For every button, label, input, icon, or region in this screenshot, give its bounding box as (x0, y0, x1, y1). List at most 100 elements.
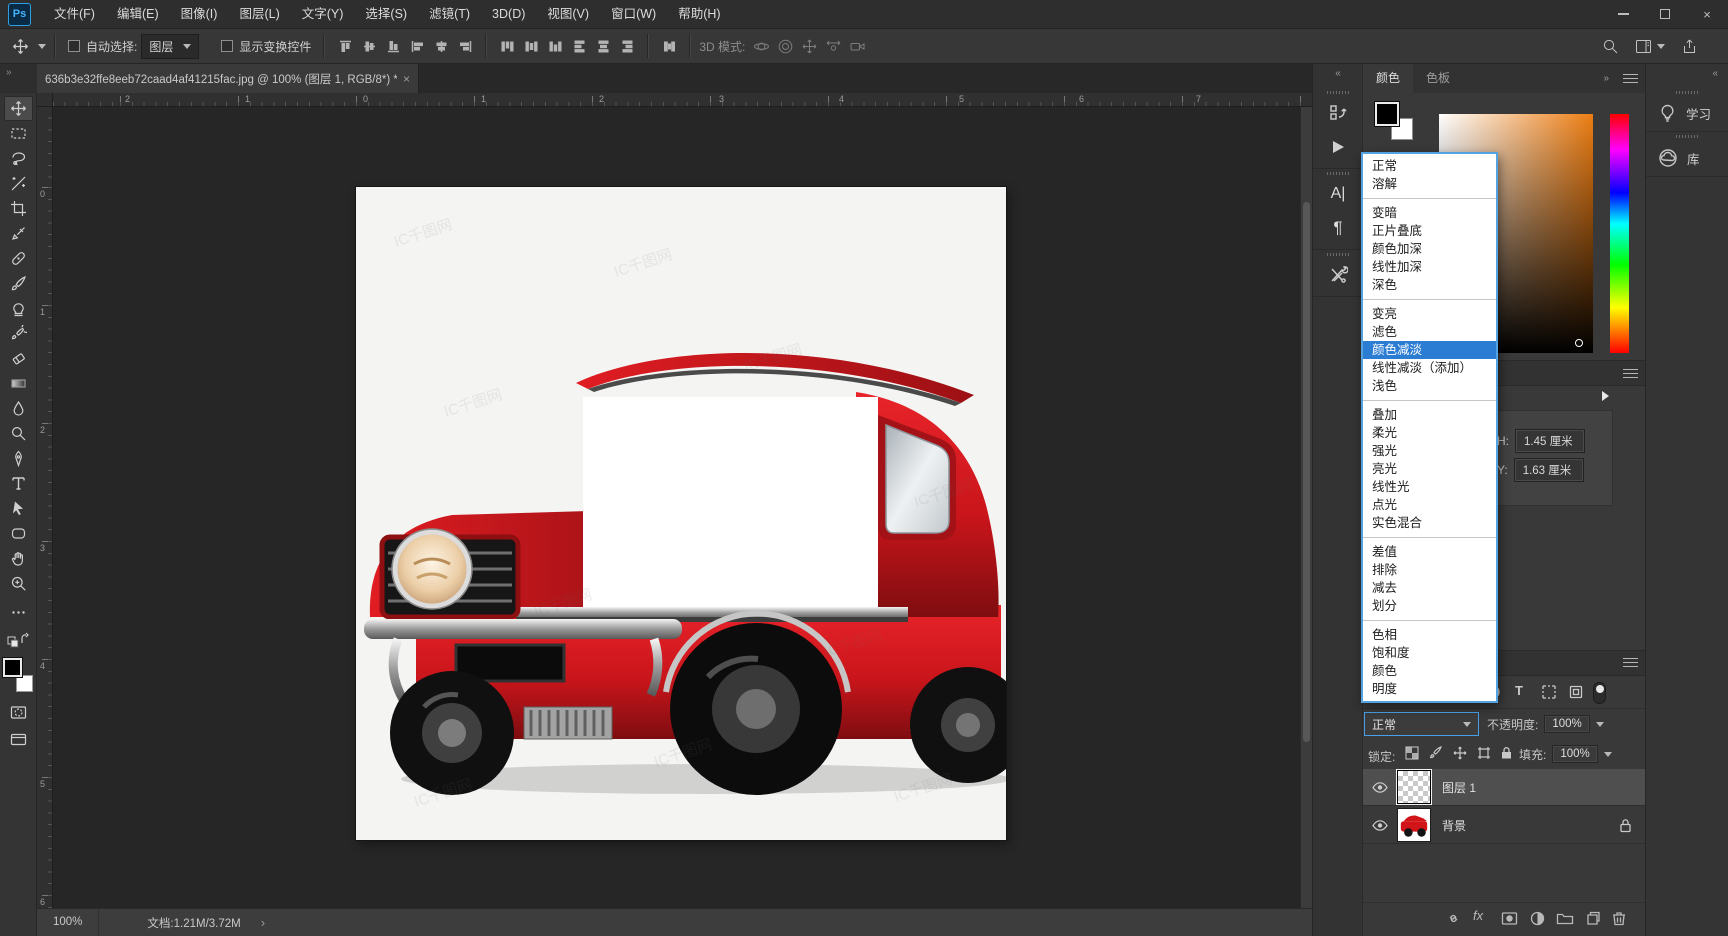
blend-mode-option[interactable]: 差值 (1363, 543, 1496, 561)
opacity-caret-icon[interactable] (1596, 722, 1604, 727)
blend-mode-option-selected[interactable]: 颜色减淡 (1363, 341, 1496, 359)
tool-pen[interactable] (4, 446, 33, 471)
default-swap-colors-icon[interactable] (4, 627, 33, 652)
tool-dodge[interactable] (4, 421, 33, 446)
distribute-right-icon[interactable] (615, 34, 639, 58)
tool-rectangular-marquee[interactable] (4, 121, 33, 146)
tool-type[interactable] (4, 471, 33, 496)
menu-window[interactable]: 窗口(W) (600, 0, 667, 29)
blend-mode-option[interactable]: 滤色 (1363, 323, 1496, 341)
quick-mask-icon[interactable] (4, 700, 33, 725)
blend-mode-option[interactable]: 浅色 (1363, 377, 1496, 395)
3d-slide-icon[interactable] (821, 34, 845, 58)
align-right-icon[interactable] (453, 34, 477, 58)
blend-mode-option[interactable]: 线性光 (1363, 478, 1496, 496)
blend-mode-option[interactable]: 点光 (1363, 496, 1496, 514)
blend-mode-option[interactable]: 正片叠底 (1363, 222, 1496, 240)
tool-eraser[interactable] (4, 346, 33, 371)
close-button[interactable]: × (1686, 0, 1728, 29)
tool-blur[interactable] (4, 396, 33, 421)
add-mask-icon[interactable] (1501, 910, 1518, 927)
lock-position-icon[interactable] (1453, 746, 1467, 760)
link-layers-icon[interactable] (1445, 910, 1462, 927)
tool-lasso[interactable] (4, 146, 33, 171)
layer-name[interactable]: 背景 (1442, 817, 1466, 834)
history-panel-icon[interactable] (1313, 96, 1363, 130)
layer-name[interactable]: 图层 1 (1442, 779, 1476, 796)
layer-blend-mode-select[interactable]: 正常 (1364, 712, 1479, 736)
blend-mode-option[interactable]: 饱和度 (1363, 644, 1496, 662)
blend-mode-option[interactable]: 划分 (1363, 597, 1496, 615)
tool-presets-panel-icon[interactable] (1313, 258, 1363, 292)
tool-zoom[interactable] (4, 571, 33, 596)
tool-history-brush[interactable] (4, 321, 33, 346)
zoom-level[interactable]: 100% (37, 909, 99, 936)
blend-mode-option[interactable]: 明度 (1363, 680, 1496, 698)
distribute-top-icon[interactable] (495, 34, 519, 58)
fill-caret-icon[interactable] (1604, 752, 1612, 757)
lock-all-icon[interactable] (1500, 746, 1513, 760)
menu-file[interactable]: 文件(F) (43, 0, 106, 29)
align-bottom-icon[interactable] (381, 34, 405, 58)
tool-hand[interactable] (4, 546, 33, 571)
menu-type[interactable]: 文字(Y) (291, 0, 355, 29)
color-panel-menu-icon[interactable] (1623, 74, 1638, 83)
lock-artboard-icon[interactable] (1477, 746, 1491, 760)
blend-mode-option[interactable]: 正常 (1363, 157, 1496, 175)
distribute-spacing-icon[interactable] (657, 34, 681, 58)
visibility-eye-icon[interactable] (1372, 782, 1388, 793)
canvas[interactable]: IC千图网 IC千图网 IC千图网 IC千图网 IC千图网 IC千图网 IC千图… (356, 187, 1006, 840)
blend-mode-option[interactable]: 减去 (1363, 579, 1496, 597)
layer-row-1[interactable]: 图层 1 (1363, 769, 1646, 806)
align-vcenter-icon[interactable] (357, 34, 381, 58)
blend-mode-option[interactable]: 变亮 (1363, 305, 1496, 323)
menu-filter[interactable]: 滤镜(T) (418, 0, 481, 29)
auto-select-target-select[interactable]: 图层 (141, 34, 199, 59)
vertical-scrollbar[interactable] (1300, 107, 1312, 908)
new-group-icon[interactable] (1556, 910, 1574, 927)
tool-gradient[interactable] (4, 371, 33, 396)
blend-mode-option[interactable]: 叠加 (1363, 406, 1496, 424)
toolbar-collapse[interactable]: » (0, 64, 37, 93)
blend-mode-option[interactable]: 线性减淡（添加） (1363, 359, 1496, 377)
tab-swatches[interactable]: 色板 (1413, 64, 1463, 93)
edit-toolbar-ellipsis-icon[interactable] (4, 600, 33, 625)
delete-layer-icon[interactable] (1611, 910, 1627, 927)
layer-thumbnail[interactable] (1397, 770, 1431, 804)
maximize-button[interactable] (1644, 0, 1686, 29)
tab-color[interactable]: 颜色 (1363, 64, 1413, 93)
tool-shape[interactable] (4, 521, 33, 546)
document-tab[interactable]: 636b3e32ffe8eeb72caad4af41215fac.jpg @ 1… (37, 64, 419, 93)
layers-panel-menu-icon[interactable] (1623, 658, 1638, 667)
new-layer-icon[interactable] (1584, 910, 1601, 927)
layer-thumbnail[interactable] (1397, 808, 1431, 842)
move-tool-icon[interactable] (6, 34, 35, 59)
menu-help[interactable]: 帮助(H) (667, 0, 731, 29)
opacity-field[interactable]: 100% (1544, 715, 1589, 733)
visibility-eye-icon[interactable] (1372, 820, 1388, 831)
lock-transparent-icon[interactable] (1405, 746, 1419, 760)
paragraph-panel-icon[interactable]: ¶ (1313, 211, 1363, 245)
menu-edit[interactable]: 编辑(E) (106, 0, 170, 29)
blend-mode-option[interactable]: 溶解 (1363, 175, 1496, 193)
height-field[interactable]: 1.45 厘米 (1515, 429, 1585, 453)
lock-pixels-icon[interactable] (1429, 746, 1443, 760)
menu-image[interactable]: 图像(I) (170, 0, 229, 29)
tab-close-icon[interactable]: × (403, 72, 410, 86)
actions-panel-icon[interactable] (1313, 130, 1363, 164)
align-left-icon[interactable] (405, 34, 429, 58)
layer-filter-toggle[interactable] (1593, 682, 1606, 704)
panel-expand-icon[interactable]: » (1603, 64, 1609, 93)
layer-style-fx-icon[interactable]: fx (1473, 908, 1483, 923)
y-position-field[interactable]: 1.63 厘米 (1514, 458, 1584, 482)
tool-clone-stamp[interactable] (4, 296, 33, 321)
3d-orbit-icon[interactable] (749, 34, 773, 58)
minimize-button[interactable] (1602, 0, 1644, 29)
align-top-icon[interactable] (333, 34, 357, 58)
menu-layer[interactable]: 图层(L) (228, 0, 290, 29)
background-color-swatch[interactable] (16, 675, 33, 692)
menu-select[interactable]: 选择(S) (354, 0, 418, 29)
adjustment-layer-icon[interactable] (1529, 910, 1546, 927)
tool-spot-healing-brush[interactable] (4, 246, 33, 271)
share-icon[interactable] (1681, 38, 1698, 55)
